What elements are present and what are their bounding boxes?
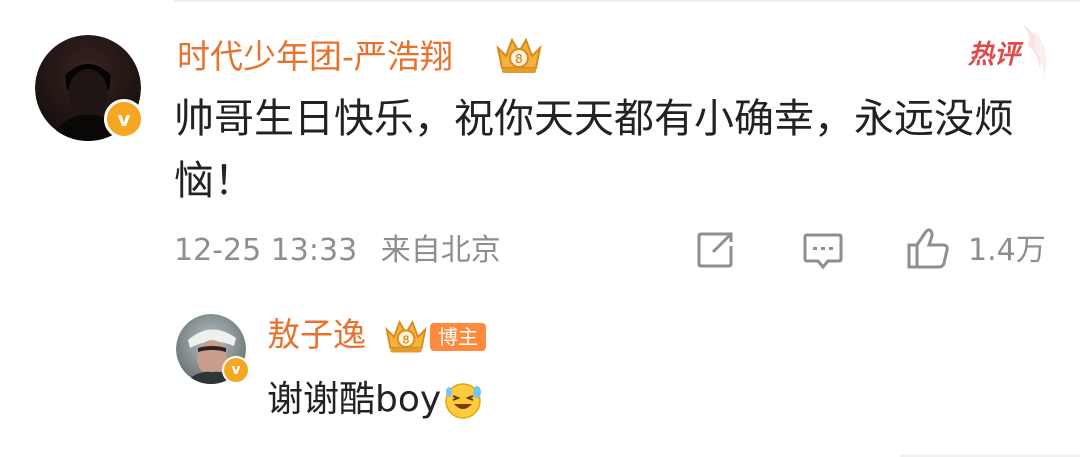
svg-text:8: 8 — [515, 52, 523, 66]
share-icon[interactable] — [695, 230, 735, 270]
location: 来自北京 — [380, 233, 501, 268]
svg-text:8: 8 — [402, 333, 409, 346]
verified-badge: v — [104, 99, 144, 139]
comment-card: v 时代少年团-严浩翔 8 热评 帅哥生日快乐，祝你天天都有小确幸，永远没烦恼！… — [0, 0, 1080, 457]
crown-badge-icon: 8 — [496, 37, 542, 73]
reply-avatar[interactable]: v — [176, 314, 250, 384]
comment-username[interactable]: 时代少年团-严浩翔 — [177, 37, 453, 77]
reply-username[interactable]: 敖子逸 — [267, 315, 366, 355]
avatar[interactable]: v — [35, 35, 144, 141]
author-badge: 博主 — [430, 323, 486, 351]
divider — [174, 0, 1080, 2]
hot-comment-label: 热评 — [968, 40, 1021, 70]
reply-text: 谢谢酷boy — [267, 379, 442, 420]
laughing-tears-emoji — [445, 383, 482, 419]
reply-text-row: 谢谢酷boy — [267, 377, 483, 423]
like-icon[interactable] — [905, 225, 951, 271]
comment-text: 帅哥生日快乐，祝你天天都有小确幸，永远没烦恼！ — [174, 96, 1014, 204]
like-count: 1.4万 — [968, 233, 1046, 268]
reply-verified-badge: v — [222, 356, 250, 384]
comment-meta: 12-25 13:33 来自北京 — [174, 231, 501, 271]
timestamp: 12-25 13:33 — [174, 233, 358, 268]
crown-badge-icon: 8 — [385, 319, 427, 353]
comment-icon[interactable] — [802, 231, 844, 271]
